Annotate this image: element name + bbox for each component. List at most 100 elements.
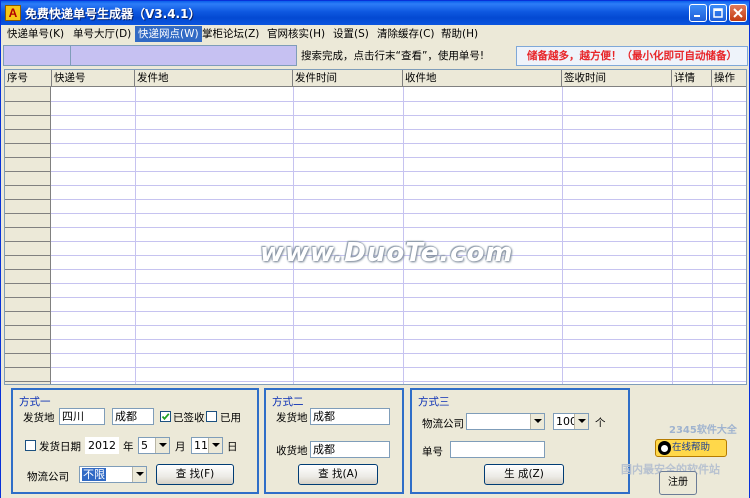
number-input[interactable] <box>450 441 545 458</box>
menu-express-number[interactable]: 快递单号(K) <box>4 26 67 42</box>
search-button-mode-one[interactable]: 查 找(F) <box>156 464 234 485</box>
row-header-line <box>5 283 51 284</box>
close-button[interactable] <box>729 4 747 22</box>
menu-help[interactable]: 帮助(H) <box>438 26 481 42</box>
grid-row-line <box>5 185 746 186</box>
brand-watermark: 2345软件大全 <box>669 425 737 436</box>
row-header-line <box>5 115 51 116</box>
row-header-line <box>5 199 51 200</box>
minimize-button[interactable] <box>689 4 707 22</box>
row-header-line <box>5 213 51 214</box>
col-index[interactable]: 序号 <box>5 70 52 87</box>
menu-settings[interactable]: 设置(S) <box>330 26 372 42</box>
search-button-mode-two[interactable]: 查 找(A) <box>298 464 378 485</box>
used-checkbox[interactable] <box>206 411 217 422</box>
row-header-line <box>5 185 51 186</box>
month-unit: 月 <box>175 441 186 453</box>
panel-title-mode-two: 方式二 <box>272 396 304 408</box>
panel-mode-one: 方式一 发货地 四川 成都 已签收 已用 发货日期 2012 年 5 月 11 <box>11 388 259 494</box>
grid-row-line <box>5 171 746 172</box>
search-area: 方式一 发货地 四川 成都 已签收 已用 发货日期 2012 年 5 月 11 <box>1 385 749 498</box>
grid-row-line <box>5 157 746 158</box>
app-window: A 免费快递单号生成器（V3.4.1） 快递单号(K) 单号大厅(D) 快递网点… <box>0 0 750 498</box>
status-message: 搜索完成，点击行末“查看”，使用单号! <box>301 50 485 62</box>
col-send-time[interactable]: 发件时间 <box>293 70 403 87</box>
col-tracking-number[interactable]: 快递号 <box>52 70 135 87</box>
grid-row-line <box>5 269 746 270</box>
title-bar[interactable]: A 免费快递单号生成器（V3.4.1） <box>1 1 749 25</box>
storage-tip: 储备越多，越方便！（最小化即可自动储备） <box>516 46 748 66</box>
grid-row-line <box>5 325 746 326</box>
grid-column-line <box>135 87 136 384</box>
row-header-line <box>5 353 51 354</box>
row-header-line <box>5 297 51 298</box>
row-header-line <box>5 171 51 172</box>
grid-row-line <box>5 227 746 228</box>
menu-express-outlets[interactable]: 快递网点(W) <box>135 26 202 42</box>
count-select[interactable]: 100 <box>553 413 589 430</box>
origin-input[interactable]: 成都 <box>310 408 390 425</box>
col-sign-time[interactable]: 签收时间 <box>562 70 672 87</box>
date-checkbox[interactable] <box>25 440 36 451</box>
progress-panel-b <box>71 45 297 66</box>
grid-column-line <box>672 87 673 384</box>
day-select[interactable]: 11 <box>191 437 223 454</box>
grid-row-line <box>5 199 746 200</box>
checkmark-icon <box>161 413 170 421</box>
company-label: 物流公司 <box>27 471 69 483</box>
dropdown-arrow-icon <box>208 438 222 453</box>
grid-row-line <box>5 115 746 116</box>
row-header-line <box>5 241 51 242</box>
day-unit: 日 <box>227 441 238 453</box>
row-header-line <box>5 367 51 368</box>
app-logo-icon: A <box>5 5 21 21</box>
company-label-three: 物流公司 <box>422 418 464 430</box>
company-select-three[interactable] <box>466 413 545 430</box>
register-button[interactable]: 注册 <box>659 471 697 495</box>
generate-button[interactable]: 生 成(Z) <box>484 464 564 485</box>
row-header-line <box>5 143 51 144</box>
signed-checkbox[interactable] <box>160 411 171 422</box>
col-action[interactable]: 操作 <box>712 70 746 87</box>
date-label: 发货日期 <box>39 441 81 453</box>
row-header-line <box>5 269 51 270</box>
menu-clear-cache[interactable]: 清除缓存(C) <box>374 26 438 42</box>
qq-penguin-icon <box>658 441 671 455</box>
grid-row-line <box>5 339 746 340</box>
grid-row-line <box>5 143 746 144</box>
maximize-button[interactable] <box>709 4 727 22</box>
col-origin[interactable]: 发件地 <box>135 70 293 87</box>
grid-row-line <box>5 129 746 130</box>
grid-row-line <box>5 297 746 298</box>
menu-official-verify[interactable]: 官网核实(H) <box>264 26 328 42</box>
table-header: 序号 快递号 发件地 发件时间 收件地 签收时间 详情 操作 <box>5 70 746 87</box>
status-strip: 搜索完成，点击行末“查看”，使用单号! 储备越多，越方便！（最小化即可自动储备） <box>3 45 748 67</box>
results-table[interactable]: 序号 快递号 发件地 发件时间 收件地 签收时间 详情 操作 www.DuoTe… <box>4 69 747 385</box>
dropdown-arrow-icon <box>132 467 146 482</box>
row-header-line <box>5 339 51 340</box>
close-icon <box>733 8 743 18</box>
year-input[interactable]: 2012 <box>85 437 119 454</box>
company-select[interactable]: 不限 <box>79 466 147 483</box>
grid-row-line <box>5 353 746 354</box>
grid-column-line <box>403 87 404 384</box>
online-help-button[interactable]: 在线帮助 <box>655 439 727 457</box>
grid-row-line <box>5 101 746 102</box>
province-input[interactable]: 四川 <box>59 408 105 425</box>
year-unit: 年 <box>123 441 134 453</box>
col-details[interactable]: 详情 <box>672 70 712 87</box>
row-header-line <box>5 255 51 256</box>
col-destination[interactable]: 收件地 <box>403 70 562 87</box>
destination-input[interactable]: 成都 <box>310 441 390 458</box>
grid-row-line <box>5 367 746 368</box>
panel-title-mode-one: 方式一 <box>19 396 51 408</box>
grid-column-line <box>712 87 713 384</box>
help-area: 2345软件大全 在线帮助 国内最安全的软件站 注册 <box>613 417 749 497</box>
month-select[interactable]: 5 <box>138 437 170 454</box>
menu-bar: 快递单号(K) 单号大厅(D) 快递网点(W) 掌柜论坛(Z) 官网核实(H) … <box>1 25 749 43</box>
grid-column-line <box>562 87 563 384</box>
menu-forum[interactable]: 掌柜论坛(Z) <box>199 26 262 42</box>
row-header-line <box>5 227 51 228</box>
city-input[interactable]: 成都 <box>112 408 154 425</box>
menu-number-hall[interactable]: 单号大厅(D) <box>70 26 134 42</box>
